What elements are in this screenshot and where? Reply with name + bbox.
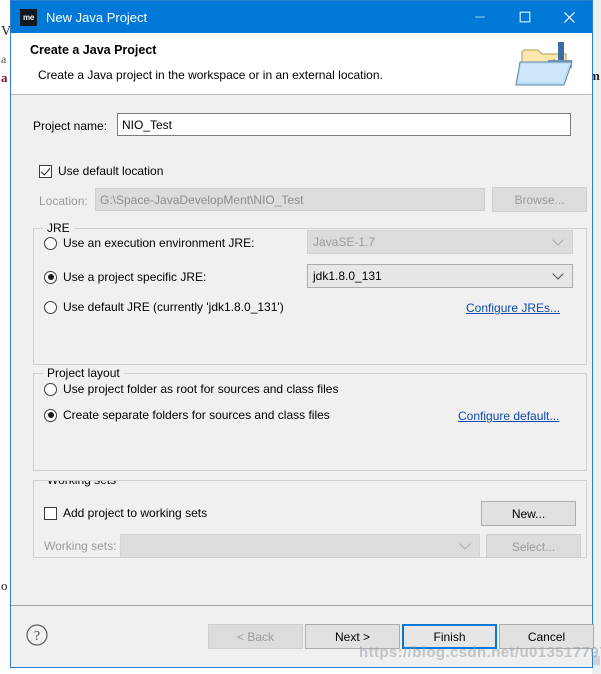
- jre-option-project-specific-label: Use a project specific JRE:: [63, 270, 207, 284]
- project-specific-jre-combo[interactable]: jdk1.8.0_131: [307, 264, 573, 288]
- layout-option-project-folder-root[interactable]: Use project folder as root for sources a…: [44, 382, 338, 396]
- background-text-fragment: a: [1, 52, 7, 66]
- maximize-button[interactable]: [502, 1, 547, 33]
- use-default-location-checkbox[interactable]: Use default location: [39, 164, 163, 178]
- dialog-header: Create a Java Project Create a Java proj…: [11, 33, 592, 95]
- layout-option-project-folder-root-label: Use project folder as root for sources a…: [63, 382, 339, 396]
- checkbox-checked-icon: [39, 164, 52, 178]
- location-label: Location:: [39, 194, 88, 208]
- radio-checked-icon: [44, 270, 57, 284]
- jre-group-title: JRE: [43, 221, 74, 235]
- chevron-down-icon: [554, 236, 563, 245]
- configure-default-link[interactable]: Configure default...: [458, 409, 559, 423]
- add-project-to-working-sets-label: Add project to working sets: [63, 506, 208, 520]
- radio-unchecked-icon: [44, 382, 57, 396]
- minimize-button[interactable]: [457, 1, 502, 33]
- dialog-titlebar[interactable]: me New Java Project: [11, 1, 592, 33]
- layout-option-separate-folders-label: Create separate folders for sources and …: [63, 408, 330, 422]
- project-specific-jre-value: jdk1.8.0_131: [313, 269, 382, 283]
- use-default-location-label: Use default location: [58, 164, 164, 178]
- dialog-button-bar: ? < Back Next > Finish Cancel: [11, 605, 594, 667]
- jre-option-execution-environment-label: Use an execution environment JRE:: [63, 236, 255, 250]
- back-button[interactable]: < Back: [208, 624, 303, 649]
- background-text-fragment: a: [1, 70, 8, 85]
- jre-option-execution-environment[interactable]: Use an execution environment JRE:: [44, 236, 254, 250]
- jre-option-default[interactable]: Use default JRE (currently 'jdk1.8.0_131…: [44, 300, 284, 314]
- background-scrollbar-nub[interactable]: [593, 656, 600, 665]
- browse-button[interactable]: Browse...: [492, 187, 587, 212]
- working-sets-combo[interactable]: [120, 534, 480, 557]
- execution-environment-combo[interactable]: JavaSE-1.7: [307, 230, 573, 254]
- new-working-set-button[interactable]: New...: [481, 501, 576, 526]
- checkbox-unchecked-icon: [44, 506, 57, 520]
- radio-unchecked-icon: [44, 300, 57, 314]
- cancel-button[interactable]: Cancel: [499, 624, 594, 649]
- working-sets-group-title: Working sets: [43, 481, 121, 487]
- java-project-folder-icon: [514, 38, 584, 90]
- project-layout-group-title: Project layout: [43, 366, 124, 380]
- project-name-input[interactable]: [117, 113, 571, 136]
- button-bar-separator: [11, 605, 592, 606]
- finish-button[interactable]: Finish: [402, 624, 497, 649]
- radio-checked-icon: [44, 408, 57, 422]
- configure-jres-link[interactable]: Configure JREs...: [466, 301, 560, 315]
- maximize-icon: [519, 11, 530, 23]
- chevron-down-icon: [554, 270, 563, 279]
- jre-option-default-label: Use default JRE (currently 'jdk1.8.0_131…: [63, 300, 284, 314]
- chevron-down-icon: [461, 540, 470, 549]
- next-button[interactable]: Next >: [305, 624, 400, 649]
- close-button[interactable]: [547, 1, 592, 33]
- project-name-label: Project name:: [33, 119, 108, 133]
- window-title: New Java Project: [46, 9, 148, 25]
- close-icon: [564, 11, 575, 23]
- jre-option-project-specific[interactable]: Use a project specific JRE:: [44, 270, 206, 284]
- radio-unchecked-icon: [44, 236, 57, 250]
- new-java-project-dialog: me New Java Project Create a Java Projec…: [10, 0, 594, 668]
- eclipse-app-icon: me: [20, 8, 37, 26]
- select-working-set-button[interactable]: Select...: [486, 534, 581, 557]
- location-input[interactable]: [95, 188, 485, 211]
- minimize-icon: [474, 16, 485, 18]
- svg-text:?: ?: [34, 629, 40, 644]
- execution-environment-value: JavaSE-1.7: [313, 235, 376, 249]
- layout-option-separate-folders[interactable]: Create separate folders for sources and …: [44, 408, 330, 422]
- page-description: Create a Java project in the workspace o…: [38, 68, 383, 82]
- background-text-fragment: o: [1, 578, 8, 593]
- dialog-body: Project name: Use default location Locat…: [11, 95, 592, 605]
- add-project-to-working-sets-checkbox[interactable]: Add project to working sets: [44, 506, 207, 520]
- working-sets-clipped-row: Working sets: Select...: [34, 532, 586, 557]
- page-title: Create a Java Project: [30, 43, 157, 57]
- working-sets-label: Working sets:: [44, 539, 117, 553]
- background-right-strip: [592, 0, 601, 674]
- help-icon[interactable]: ?: [24, 622, 50, 648]
